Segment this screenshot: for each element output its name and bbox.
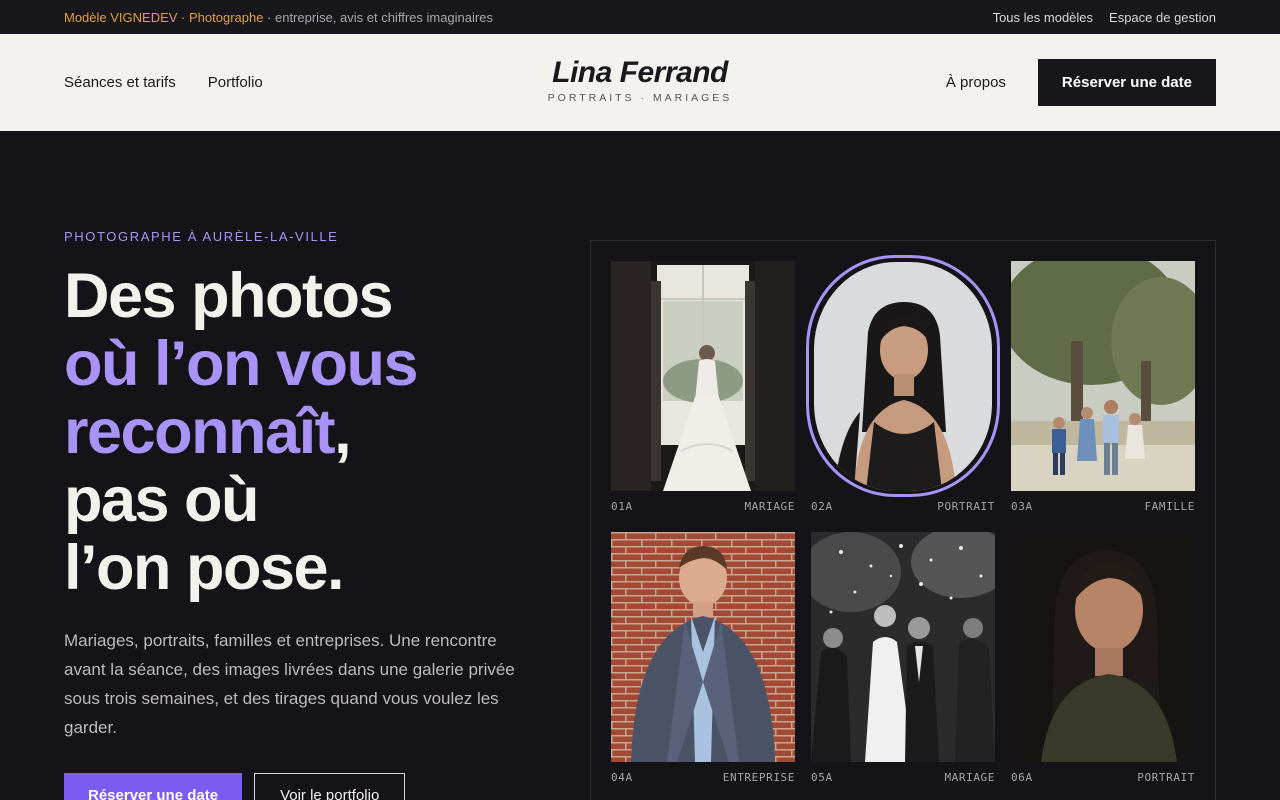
site-header: Séances et tarifs Portfolio Lina Ferrand… bbox=[0, 34, 1280, 131]
headline-line-2: où l’on vous bbox=[64, 329, 419, 399]
gallery-tile[interactable]: 04A ENTREPRISE bbox=[611, 532, 795, 784]
tile-category: MARIAGE bbox=[744, 500, 795, 513]
headline-line-4: pas où bbox=[64, 465, 260, 535]
business-photo bbox=[611, 532, 795, 762]
gallery-tile[interactable]: 01A MARIAGE bbox=[611, 261, 795, 513]
dark-portrait-photo bbox=[1011, 532, 1195, 762]
hero-eyebrow: PHOTOGRAPHE À AURÈLE-LA-VILLE bbox=[64, 229, 339, 244]
portrait-photo bbox=[806, 255, 1000, 497]
tile-caption: 01A MARIAGE bbox=[611, 500, 795, 513]
all-templates-link[interactable]: Tous les modèles bbox=[993, 10, 1093, 25]
brand-tagline: PORTRAITS · MARIAGES bbox=[547, 92, 733, 104]
brand-name[interactable]: Lina Ferrand bbox=[0, 56, 1280, 90]
tile-code: 03A bbox=[1011, 500, 1033, 513]
hero-description: Mariages, portraits, familles et entrepr… bbox=[64, 631, 515, 737]
headline-line-3-word: reconnaît bbox=[64, 397, 336, 467]
tile-caption: 03A FAMILLE bbox=[1011, 500, 1195, 513]
headline-line-3-comma: , bbox=[334, 397, 352, 467]
headline-line-3: reconnaît, bbox=[64, 398, 584, 466]
book-date-button[interactable]: Réserver une date bbox=[64, 773, 243, 800]
admin-space-link[interactable]: Espace de gestion bbox=[1109, 10, 1216, 25]
headline-line-5: l’on pose. bbox=[64, 533, 345, 603]
tile-code: 02A bbox=[811, 500, 833, 513]
tile-caption: 04A ENTREPRISE bbox=[611, 771, 795, 784]
gallery-tile-featured[interactable]: 02A PORTRAIT bbox=[806, 255, 1000, 513]
brand-logo: Lina Ferrand PORTRAITS · MARIAGES bbox=[0, 56, 1280, 104]
tile-caption: 05A MARIAGE bbox=[811, 771, 995, 784]
tile-code: 01A bbox=[611, 500, 633, 513]
template-brand: Modèle VIGNEDEV · Photographe bbox=[64, 9, 264, 25]
tile-category: PORTRAIT bbox=[937, 500, 995, 513]
gallery-tile[interactable]: 05A MARIAGE bbox=[811, 532, 995, 784]
tile-category: FAMILLE bbox=[1144, 500, 1195, 513]
gallery-tile[interactable]: 03A FAMILLE bbox=[1011, 261, 1195, 513]
template-notice: Modèle VIGNEDEV · Photographe · entrepri… bbox=[64, 10, 493, 25]
tile-caption: 02A PORTRAIT bbox=[811, 500, 995, 513]
hero-actions: Réserver une date Voir le portfolio bbox=[64, 773, 406, 800]
tile-category: ENTREPRISE bbox=[722, 771, 795, 784]
headline-line-1: Des photos bbox=[64, 261, 394, 331]
view-portfolio-button[interactable]: Voir le portfolio bbox=[254, 773, 406, 800]
wedding-confetti-photo bbox=[811, 532, 995, 762]
top-bar: Modèle VIGNEDEV · Photographe · entrepri… bbox=[0, 0, 1280, 34]
portfolio-gallery: 01A MARIAGE 02A PORTRAIT 03A FAMILLE 04A… bbox=[590, 240, 1216, 800]
tile-code: 04A bbox=[611, 771, 633, 784]
gallery-tile[interactable]: 06A PORTRAIT bbox=[1011, 532, 1195, 784]
template-note: · entreprise, avis et chiffres imaginair… bbox=[263, 9, 493, 25]
tile-code: 06A bbox=[1011, 771, 1033, 784]
wedding-photo bbox=[611, 261, 795, 491]
family-photo bbox=[1011, 261, 1195, 491]
tile-code: 05A bbox=[811, 771, 833, 784]
hero-headline: Des photos où l’on vous reconnaît, pas o… bbox=[64, 262, 584, 602]
tile-caption: 06A PORTRAIT bbox=[1011, 771, 1195, 784]
tile-category: PORTRAIT bbox=[1137, 771, 1195, 784]
tile-category: MARIAGE bbox=[944, 771, 995, 784]
